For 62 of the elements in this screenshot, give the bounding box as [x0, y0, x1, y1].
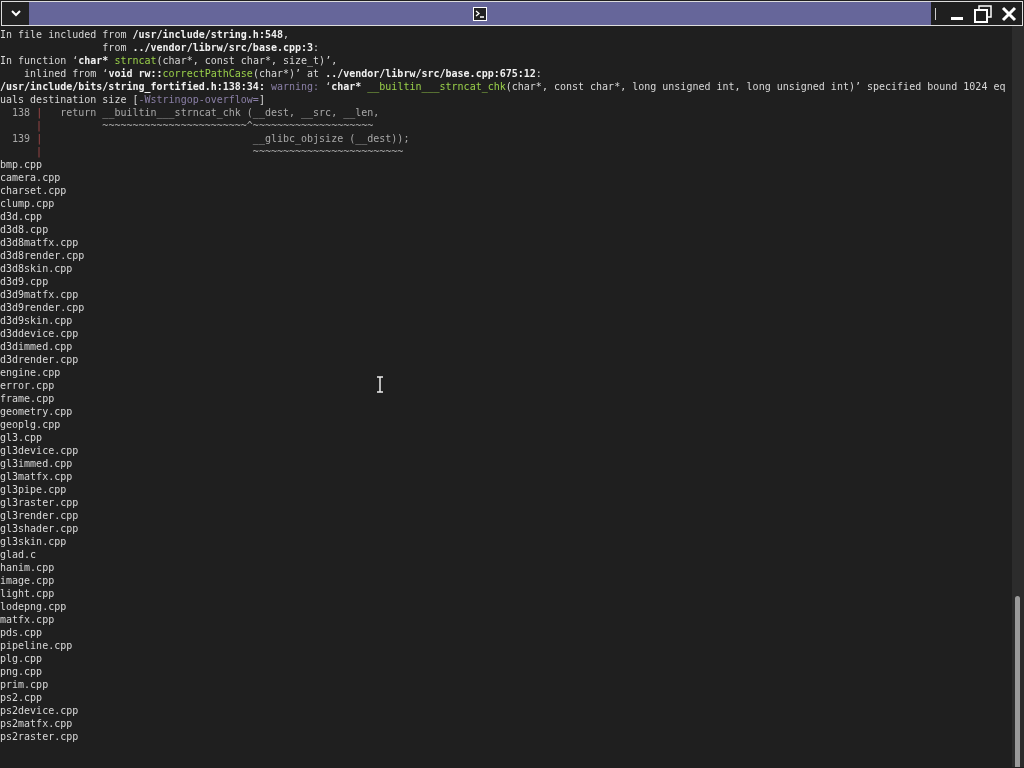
- restore-icon: [974, 4, 992, 23]
- terminal-line: from ../vendor/librw/src/base.cpp:3:: [101, 41, 320, 54]
- terminal-line: bmp.cpp: [0, 158, 43, 171]
- minimize-icon: [951, 17, 963, 20]
- terminal-line: geoplg.cpp: [0, 418, 61, 431]
- terminal-line: 138 | return __builtin___strncat_chk (__dest, __src, __len,: [11, 106, 380, 119]
- terminal-line: ps2.cpp: [0, 691, 43, 704]
- terminal-line: pds.cpp: [0, 626, 43, 639]
- terminal-line: In function ‘char* strncat(char*, const char*, size_t)’,: [0, 54, 338, 67]
- terminal-line: plg.cpp: [0, 652, 43, 665]
- terminal-line: pipeline.cpp: [0, 639, 73, 652]
- terminal-line: d3dimmed.cpp: [0, 340, 73, 353]
- terminal-line: d3drender.cpp: [0, 353, 79, 366]
- terminal-line: geometry.cpp: [0, 405, 73, 418]
- terminal-line: image.cpp: [0, 574, 55, 587]
- terminal-line: light.cpp: [0, 587, 55, 600]
- terminal-line: d3d8skin.cpp: [0, 262, 73, 275]
- terminal-line: ps2matfx.cpp: [0, 717, 73, 730]
- terminal-line: d3d9matfx.cpp: [0, 288, 79, 301]
- terminal-line: inlined from ‘void rw::correctPathCase(char*)’ at ../vendor/librw/src/base.cpp:675:12:: [23, 67, 542, 80]
- text-cursor-icon: [376, 376, 384, 393]
- terminal-line: clump.cpp: [0, 197, 55, 210]
- terminal-line: In file included from /usr/include/string.h:548,: [0, 28, 289, 41]
- terminal-line: d3d.cpp: [0, 210, 43, 223]
- terminal-line: d3d8render.cpp: [0, 249, 85, 262]
- terminal-line: d3d9render.cpp: [0, 301, 85, 314]
- terminal-line: gl3.cpp: [0, 431, 43, 444]
- terminal-line: uals destination size [-Wstringop-overflow=]: [0, 93, 265, 106]
- terminal-line: gl3shader.cpp: [0, 522, 79, 535]
- terminal-line: error.cpp: [0, 379, 55, 392]
- terminal-line: gl3device.cpp: [0, 444, 79, 457]
- terminal-line: gl3skin.cpp: [0, 535, 67, 548]
- close-icon: [1001, 5, 1017, 22]
- terminal-line: lodepng.cpp: [0, 600, 67, 613]
- terminal-line: camera.cpp: [0, 171, 61, 184]
- terminal-line: matfx.cpp: [0, 613, 55, 626]
- terminal-line: engine.cpp: [0, 366, 61, 379]
- terminal-line: charset.cpp: [0, 184, 67, 197]
- terminal-line: d3ddevice.cpp: [0, 327, 79, 340]
- terminal-line: png.cpp: [0, 665, 43, 678]
- terminal-line: hanim.cpp: [0, 561, 55, 574]
- scrollbar[interactable]: [1012, 26, 1024, 767]
- terminal-line: gl3immed.cpp: [0, 457, 73, 470]
- terminal-line: prim.cpp: [0, 678, 49, 691]
- terminal-line: d3d9skin.cpp: [0, 314, 73, 327]
- terminal-line: /usr/include/bits/string_fortified.h:138:34: warning: ‘char* __builtin___strncat_chk(char*, const char*, long unsigned int, long unsigned int)’ specified bound 1024 eq: [0, 80, 1006, 93]
- chevron-icon: [10, 10, 21, 17]
- terminal-line: gl3raster.cpp: [0, 496, 79, 509]
- terminal-line: d3d9.cpp: [0, 275, 49, 288]
- terminal-line: d3d8matfx.cpp: [0, 236, 79, 249]
- terminal-line: | ~~~~~~~~~~~~~~~~~~~~~~~~~: [35, 145, 404, 158]
- terminal-line: gl3matfx.cpp: [0, 470, 73, 483]
- terminal-line: ps2device.cpp: [0, 704, 79, 717]
- terminal-line: frame.cpp: [0, 392, 55, 405]
- terminal-line: glad.c: [0, 548, 37, 561]
- terminal-line: gl3render.cpp: [0, 509, 79, 522]
- terminal-line: gl3pipe.cpp: [0, 483, 67, 496]
- terminal-icon: [473, 6, 487, 21]
- terminal-line: d3d8.cpp: [0, 223, 49, 236]
- terminal-line: 139 | __glibc_objsize (__dest));: [11, 132, 410, 145]
- terminal-line: | ~~~~~~~~~~~~~~~~~~~~~~~~^~~~~~~~~~~~~~~~~~~~~: [35, 119, 374, 132]
- terminal-line: ps2raster.cpp: [0, 730, 79, 743]
